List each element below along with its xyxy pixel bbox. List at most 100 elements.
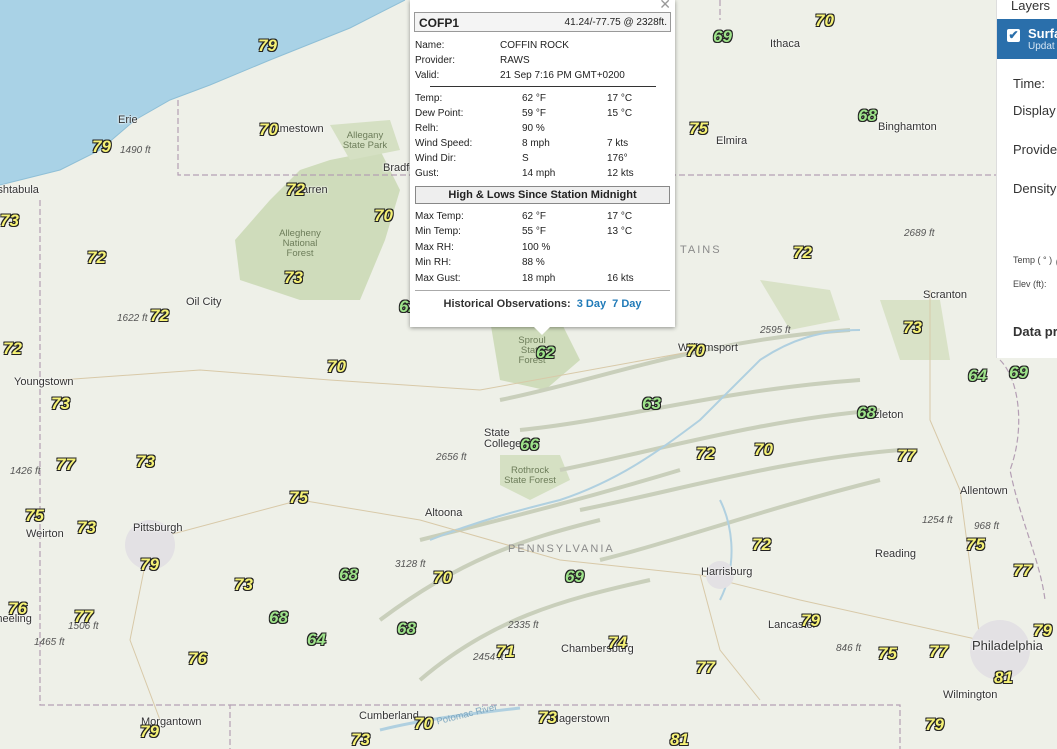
time-label: Time: bbox=[1013, 76, 1046, 91]
city-label: Weirton bbox=[26, 528, 64, 540]
hl-english: 88 % bbox=[522, 257, 545, 268]
station-temp-marker[interactable]: 68 bbox=[397, 620, 416, 637]
station-temp-marker[interactable]: 70 bbox=[754, 441, 773, 458]
station-temp-marker[interactable]: 72 bbox=[752, 536, 771, 553]
station-temp-marker[interactable]: 77 bbox=[1013, 562, 1032, 579]
station-temp-marker[interactable]: 70 bbox=[815, 12, 834, 29]
park-label: Allegany State Park bbox=[342, 130, 388, 151]
station-temp-marker[interactable]: 72 bbox=[87, 249, 106, 266]
city-label: Philadelphia bbox=[972, 638, 1043, 653]
station-temp-marker-selected[interactable]: 62 bbox=[536, 344, 555, 361]
obs-english: 62 °F bbox=[522, 93, 547, 104]
divider bbox=[430, 86, 656, 87]
station-temp-marker[interactable]: 73 bbox=[77, 519, 96, 536]
station-temp-marker[interactable]: 70 bbox=[433, 569, 452, 586]
city-label: Ashtabula bbox=[0, 184, 39, 196]
elevation-label: 968 ft bbox=[974, 521, 1000, 532]
provider-label: Provide bbox=[1013, 142, 1057, 157]
station-temp-marker[interactable]: 75 bbox=[289, 489, 308, 506]
station-temp-marker[interactable]: 72 bbox=[286, 181, 305, 198]
station-temp-marker[interactable]: 70 bbox=[259, 121, 278, 138]
station-temp-marker[interactable]: 68 bbox=[339, 566, 358, 583]
station-temp-marker[interactable]: 79 bbox=[140, 556, 159, 573]
checkbox-icon[interactable]: ✔ bbox=[1007, 29, 1020, 42]
obs-label: Relh: bbox=[415, 123, 439, 134]
station-temp-marker[interactable]: 81 bbox=[994, 669, 1013, 686]
station-temp-marker[interactable]: 73 bbox=[538, 709, 557, 726]
station-temp-marker[interactable]: 73 bbox=[51, 395, 70, 412]
station-temp-marker[interactable]: 73 bbox=[136, 453, 155, 470]
obs-label: Gust: bbox=[415, 168, 439, 179]
elevation-label: 2595 ft bbox=[760, 325, 791, 336]
7-day-link[interactable]: 7 Day bbox=[612, 298, 641, 310]
station-temp-marker[interactable]: 76 bbox=[8, 600, 27, 617]
station-temp-marker[interactable]: 64 bbox=[307, 631, 326, 648]
station-temp-marker[interactable]: 76 bbox=[188, 650, 207, 667]
station-temp-marker[interactable]: 74 bbox=[608, 634, 627, 651]
station-temp-marker[interactable]: 72 bbox=[150, 307, 169, 324]
hl-label: Max Gust: bbox=[415, 273, 461, 284]
station-temp-marker[interactable]: 81 bbox=[670, 731, 689, 748]
layer-item-surface[interactable]: ✔ Surfa Updat bbox=[997, 19, 1057, 59]
region-label: PENNSYLVANIA bbox=[508, 543, 615, 555]
provider-value: RAWS bbox=[500, 55, 530, 66]
station-temp-marker[interactable]: 79 bbox=[92, 138, 111, 155]
station-temp-marker[interactable]: 68 bbox=[857, 404, 876, 421]
station-temp-marker[interactable]: 79 bbox=[258, 37, 277, 54]
hl-english: 55 °F bbox=[522, 226, 547, 237]
city-label: Hagerstown bbox=[551, 713, 610, 725]
station-temp-marker[interactable]: 73 bbox=[284, 269, 303, 286]
obs-label: Dew Point: bbox=[415, 108, 464, 119]
station-temp-marker[interactable]: 63 bbox=[642, 395, 661, 412]
layers-panel: Layers ✔ Surfa Updat Time: Display Provi… bbox=[996, 0, 1057, 358]
station-temp-marker[interactable]: 70 bbox=[414, 715, 433, 732]
station-temp-marker[interactable]: 79 bbox=[1033, 622, 1052, 639]
city-label: Altoona bbox=[425, 507, 463, 519]
station-temp-marker[interactable]: 73 bbox=[351, 731, 370, 748]
station-temp-marker[interactable]: 68 bbox=[269, 609, 288, 626]
highs-lows-header: High & Lows Since Station Midnight bbox=[415, 186, 670, 204]
station-temp-marker[interactable]: 77 bbox=[897, 447, 916, 464]
station-temp-marker[interactable]: 69 bbox=[713, 28, 732, 45]
station-temp-marker[interactable]: 72 bbox=[3, 340, 22, 357]
hl-english: 62 °F bbox=[522, 211, 547, 222]
city-label: Cumberland bbox=[359, 710, 419, 722]
station-temp-marker[interactable]: 75 bbox=[25, 507, 44, 524]
station-temp-marker[interactable]: 68 bbox=[858, 107, 877, 124]
layer-name: Surfa bbox=[1028, 26, 1057, 41]
station-temp-marker[interactable]: 75 bbox=[966, 536, 985, 553]
station-temp-marker[interactable]: 72 bbox=[793, 244, 812, 261]
elevation-label: 2689 ft bbox=[904, 228, 935, 239]
station-temp-marker[interactable]: 79 bbox=[925, 716, 944, 733]
hl-metric: 13 °C bbox=[607, 226, 633, 237]
station-temp-marker[interactable]: 77 bbox=[56, 456, 75, 473]
obs-english: 14 mph bbox=[522, 168, 556, 179]
station-temp-marker[interactable]: 73 bbox=[903, 319, 922, 336]
station-temp-marker[interactable]: 75 bbox=[689, 120, 708, 137]
station-id: COFP1 bbox=[419, 16, 460, 30]
station-temp-marker[interactable]: 73 bbox=[234, 576, 253, 593]
station-temp-marker[interactable]: 77 bbox=[74, 608, 93, 625]
elevation-label: 1426 ft bbox=[10, 466, 41, 477]
station-temp-marker[interactable]: 70 bbox=[686, 342, 705, 359]
obs-label: Temp: bbox=[415, 93, 443, 104]
display-label: Display bbox=[1013, 103, 1056, 118]
station-temp-marker[interactable]: 64 bbox=[968, 367, 987, 384]
valid-label: Valid: bbox=[415, 70, 440, 81]
station-temp-marker[interactable]: 66 bbox=[520, 436, 539, 453]
station-temp-marker[interactable]: 77 bbox=[929, 643, 948, 660]
station-temp-marker[interactable]: 75 bbox=[878, 645, 897, 662]
station-temp-marker[interactable]: 79 bbox=[801, 612, 820, 629]
station-temp-marker[interactable]: 73 bbox=[0, 212, 19, 229]
3-day-link[interactable]: 3 Day bbox=[577, 298, 606, 310]
station-temp-marker[interactable]: 70 bbox=[374, 207, 393, 224]
station-temp-marker[interactable]: 70 bbox=[327, 358, 346, 375]
elevation-label: 846 ft bbox=[836, 643, 862, 654]
station-temp-marker[interactable]: 72 bbox=[696, 445, 715, 462]
station-temp-marker[interactable]: 79 bbox=[140, 723, 159, 740]
valid-value: 21 Sep 7:16 PM GMT+0200 bbox=[500, 70, 625, 81]
station-temp-marker[interactable]: 77 bbox=[696, 659, 715, 676]
station-temp-marker[interactable]: 69 bbox=[1009, 364, 1028, 381]
station-temp-marker[interactable]: 71 bbox=[496, 643, 515, 660]
station-temp-marker[interactable]: 69 bbox=[565, 568, 584, 585]
